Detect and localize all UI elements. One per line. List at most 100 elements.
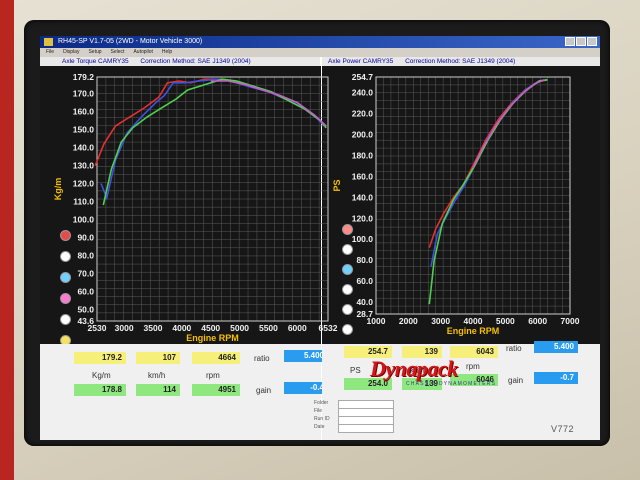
app-window: RH45-SP V1.7-05 (2WD - Motor Vehicle 300… [40,36,600,440]
torque-y-tick-label: 80.0 [77,251,94,261]
power-series-toggle-2[interactable] [342,264,353,275]
torque-x-tick-label: 4500 [201,323,220,333]
info-row-folder: Folder [314,400,394,409]
torque-y-tick-label: 90.0 [77,233,94,243]
power-y-tick-label: 40.0 [356,297,373,307]
power-series-line-1 [430,79,548,267]
date-field[interactable] [338,424,394,433]
power-gain-label: gain [508,376,524,385]
torque-y-tick-label: 150.0 [73,125,95,135]
torque-gain-label: gain [256,386,272,395]
close-button[interactable] [587,37,597,46]
power-x-tick-label: 6000 [528,316,547,326]
rpm-unit-label: rpm [206,371,220,380]
run-info-box: Folder File Run ID Date [314,400,406,433]
torque-y-tick-label: 170.0 [73,89,95,99]
window-controls [565,37,597,46]
torque-ratio-label: ratio [254,354,270,363]
window-title: RH45-SP V1.7-05 (2WD - Motor Vehicle 300… [58,38,203,45]
torque-y-tick-label: 130.0 [73,161,95,171]
torque-peak-value: 179.2 [74,352,126,364]
power-y-tick-label: 240.0 [352,87,374,97]
power-x-tick-label: 5000 [496,316,515,326]
torque-y-tick-label: 140.0 [73,143,95,153]
power-y-tick-label: 140.0 [352,192,374,202]
torque-readout-panel: 179.2 107 4664 ratio 5.400 Kg/m km/h rpm… [40,344,328,440]
menu-select[interactable]: Select [111,48,125,57]
power-series-toggle-1[interactable] [342,244,353,255]
power-ratio-value[interactable]: 5.400 [534,341,578,353]
power-series-toggle-3[interactable] [342,284,353,295]
torque-peak-speed: 107 [136,352,180,364]
power-x-tick-label: 1000 [367,316,386,326]
torque-x-axis-label: Engine RPM [186,333,239,343]
torque-series-toggle-2[interactable] [60,272,71,283]
torque-y-tick-label: 110.0 [73,197,94,207]
info-row-runid: Run ID [314,416,394,425]
torque-y-tick-label: 160.0 [73,107,95,117]
menu-file[interactable]: File [46,48,54,57]
torque-series-toggle-1[interactable] [60,251,71,262]
torque-x-tick-label: 5500 [259,323,278,333]
power-y-tick-label: 100.0 [352,234,374,244]
power-unit-label: PS [350,366,361,375]
dynapack-logo-subtitle: CHASSIS DYNAMOMETERS [406,381,497,387]
power-x-tick-label: 2000 [399,316,418,326]
monitor-side-edge [0,0,14,480]
power-x-tick-label: 7000 [561,316,580,326]
torque-compare-value: 178.8 [74,384,126,396]
dynapack-logo: Dynapack [370,356,458,381]
menu-display[interactable]: Display [63,48,79,57]
power-x-tick-label: 4000 [464,316,483,326]
torque-y-tick-label: 60.0 [77,286,94,296]
torque-series-toggle-4[interactable] [60,314,71,325]
maximize-button[interactable] [576,37,586,46]
info-label: Run ID [314,416,330,422]
app-icon [44,38,53,46]
power-y-tick-label: 160.0 [352,171,374,181]
torque-x-tick-label: 2530 [88,323,107,333]
power-x-tick-label: 3000 [431,316,450,326]
speed-unit-label: km/h [148,371,166,380]
menu-bar: File Display Setup Select Autopilot Help [40,48,600,57]
torque-y-tick-label: 100.0 [73,215,95,225]
info-label: Folder [314,400,329,406]
power-series-line-2 [428,79,548,305]
power-y-tick-label: 180.0 [352,150,374,160]
power-series-toggle-0[interactable] [342,224,353,235]
power-chart-method: Correction Method: SAE J1349 (2004) [405,58,516,65]
menu-help[interactable]: Help [162,48,172,57]
torque-compare-rpm: 4951 [192,384,240,396]
torque-peak-rpm: 4664 [192,352,240,364]
minimize-button[interactable] [565,37,575,46]
info-label: File [314,408,323,414]
torque-series-toggle-3[interactable] [60,293,71,304]
info-row-file: File [314,408,394,417]
power-y-tick-label: 220.0 [352,108,374,118]
torque-y-tick-label: 50.0 [77,304,94,314]
torque-unit-label: Kg/m [92,371,111,380]
info-row-date: Date [314,424,394,433]
power-gain-value[interactable]: -0.7 [534,372,578,384]
torque-chart-header: Axle Torque CAMRY35 Correction Method: S… [40,57,320,66]
torque-x-tick-label: 3500 [144,323,163,333]
power-series-toggle-5[interactable] [342,324,353,335]
power-y-tick-label: 120.0 [352,213,374,223]
power-x-axis-label: Engine RPM [447,326,500,336]
menu-autopilot[interactable]: Autopilot [133,48,152,57]
torque-x-tick-label: 6000 [288,323,307,333]
torque-chart-method: Correction Method: SAE J1349 (2004) [140,58,251,65]
torque-compare-speed: 114 [136,384,180,396]
power-y-tick-label: 60.0 [356,276,373,286]
menu-setup[interactable]: Setup [88,48,101,57]
torque-series-toggle-0[interactable] [60,230,71,241]
torque-chart-title: Axle Torque CAMRY35 [62,58,129,65]
power-chart: 254.7 240.0 220.0 200.0 180.0 160.0 140.0 120.0… [332,72,580,336]
monitor-model-label: V772 [551,424,575,434]
torque-series-line-3 [210,80,327,127]
torque-x-tick-label: 5000 [230,323,249,333]
torque-y-tick-label: 70.0 [77,268,94,278]
power-series-toggle-4[interactable] [342,304,353,315]
torque-x-tick-label: 4000 [172,323,191,333]
power-y-tick-label: 80.0 [356,255,373,265]
